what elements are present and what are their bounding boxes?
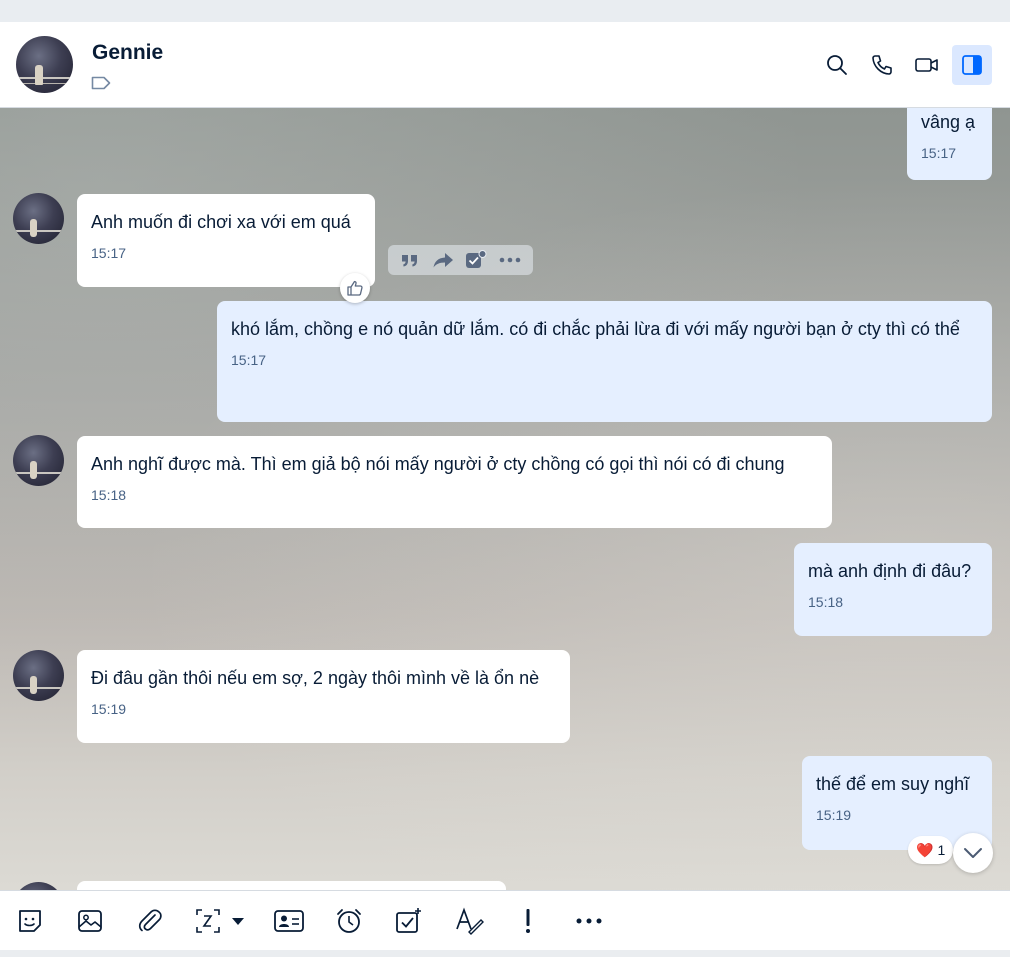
screenshot-button[interactable] [194, 905, 248, 937]
message-text: mà anh định đi đâu? [808, 561, 972, 581]
message-time: 15:18 [91, 487, 127, 503]
reaction-badge[interactable]: ❤️ 1 [908, 836, 954, 864]
attachment-button[interactable] [134, 905, 166, 937]
message-time: 15:17 [921, 145, 957, 161]
message-time: 15:18 [808, 594, 844, 610]
task-icon [396, 908, 421, 933]
reminder-icon [337, 909, 361, 933]
contact-name[interactable]: Gennie [92, 41, 163, 65]
forward-icon [433, 253, 453, 268]
composer-toolbar [0, 890, 1010, 950]
contact-avatar[interactable] [16, 36, 73, 93]
window-top-strip [0, 0, 1010, 22]
sender-avatar[interactable] [13, 193, 64, 244]
screenshot-icon [196, 909, 244, 933]
chat-header: Gennie [0, 22, 1010, 108]
message-actions-bar [388, 245, 533, 275]
message-bubble[interactable] [77, 881, 506, 890]
message-time: 15:17 [91, 245, 127, 261]
quote-button[interactable] [400, 251, 420, 269]
search-button[interactable] [817, 45, 857, 85]
message-text: khó lắm, chồng e nó quản dữ lắm. có đi c… [231, 319, 960, 339]
forward-button[interactable] [432, 251, 454, 269]
scroll-to-bottom-button[interactable] [953, 833, 993, 873]
add-task-icon [466, 250, 487, 268]
phone-icon [872, 55, 892, 75]
message-bubble[interactable]: Anh nghĩ được mà. Thì em giả bộ nói mấy … [77, 436, 832, 528]
search-icon [827, 55, 847, 75]
format-text-button[interactable] [453, 905, 485, 937]
more-icon [499, 257, 521, 263]
more-icon [576, 918, 602, 924]
sidebar-toggle-icon [962, 55, 982, 75]
message-bubble[interactable]: vâng ạ 15:17 [907, 108, 992, 180]
sender-avatar[interactable] [13, 435, 64, 486]
sender-avatar[interactable] [13, 650, 64, 701]
add-task-button[interactable] [465, 250, 487, 270]
window-bottom-strip [0, 950, 1010, 957]
label-tag-icon[interactable] [91, 76, 111, 90]
image-button[interactable] [74, 905, 106, 937]
urgent-button[interactable] [518, 905, 538, 937]
thumbs-up-icon [347, 280, 363, 296]
sidebar-toggle-button[interactable] [952, 45, 992, 85]
sticker-icon [19, 910, 41, 932]
urgent-icon [526, 909, 530, 933]
more-options-button[interactable] [573, 905, 605, 937]
chevron-down-icon [964, 848, 982, 858]
message-text: Anh nghĩ được mà. Thì em giả bộ nói mấy … [91, 454, 785, 474]
message-bubble[interactable]: Anh muốn đi chơi xa với em quá 15:17 [77, 194, 375, 287]
reminder-button[interactable] [333, 905, 365, 937]
heart-reaction-icon: ❤️ [916, 841, 934, 858]
voice-call-button[interactable] [862, 45, 902, 85]
message-text: Anh muốn đi chơi xa với em quá [91, 212, 351, 232]
sticker-button[interactable] [14, 905, 46, 937]
message-text: thế để em suy nghĩ [816, 774, 970, 794]
video-camera-icon [915, 58, 938, 72]
video-call-button[interactable] [907, 45, 947, 85]
reaction-count: 1 [937, 842, 946, 858]
message-bubble[interactable]: Đi đâu gần thôi nếu em sợ, 2 ngày thôi m… [77, 650, 570, 743]
message-time: 15:19 [816, 807, 852, 823]
message-bubble[interactable]: khó lắm, chồng e nó quản dữ lắm. có đi c… [217, 301, 992, 422]
sender-avatar[interactable] [13, 882, 64, 890]
message-list[interactable]: vâng ạ 15:17 Anh muốn đi chơi xa với em … [0, 108, 1010, 890]
attachment-icon [138, 909, 162, 932]
message-text: vâng ạ [921, 112, 976, 132]
message-time: 15:17 [231, 352, 267, 368]
contact-card-button[interactable] [272, 905, 306, 937]
contact-card-icon [274, 910, 304, 932]
image-icon [78, 910, 102, 932]
message-text: Đi đâu gần thôi nếu em sợ, 2 ngày thôi m… [91, 668, 540, 688]
task-button[interactable] [393, 905, 425, 937]
more-actions-button[interactable] [499, 257, 521, 263]
like-reaction-button[interactable] [340, 273, 370, 303]
message-bubble[interactable]: mà anh định đi đâu? 15:18 [794, 543, 992, 636]
format-text-icon [456, 907, 484, 935]
quote-icon [401, 255, 417, 267]
message-time: 15:19 [91, 701, 127, 717]
